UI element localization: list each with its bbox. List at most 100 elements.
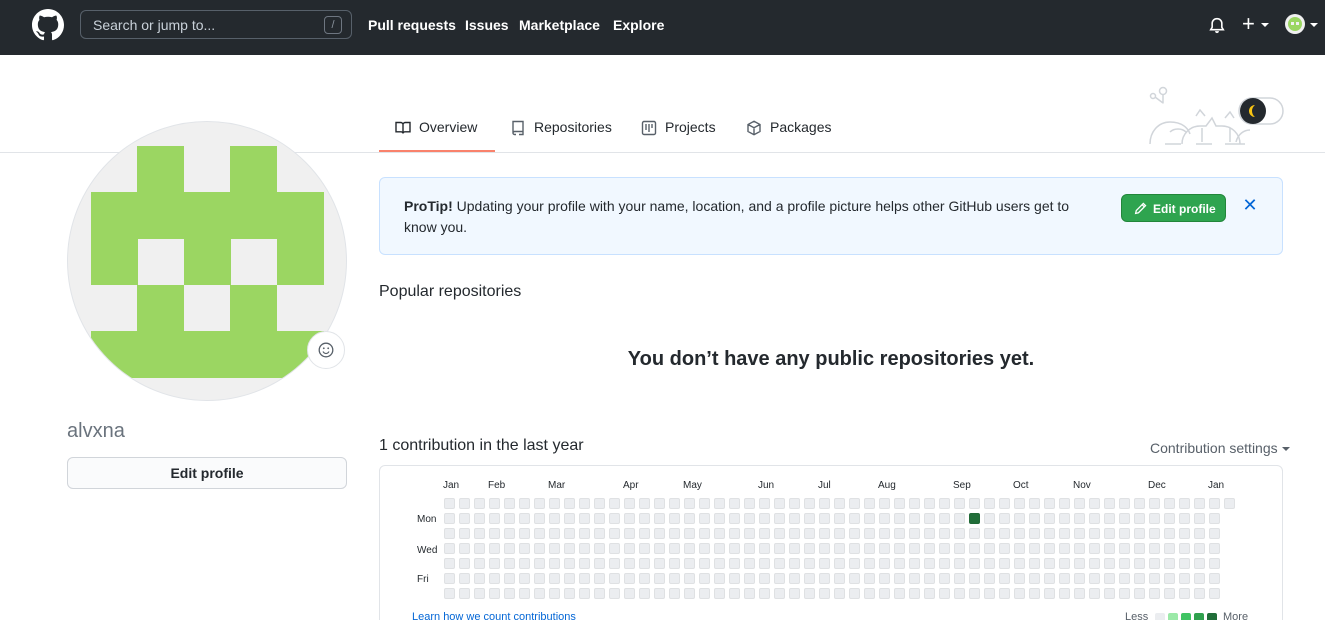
contribution-day-cell[interactable] <box>909 498 920 509</box>
contribution-day-cell[interactable] <box>1029 513 1040 524</box>
contribution-day-cell[interactable] <box>594 558 605 569</box>
nav-explore[interactable]: Explore <box>613 17 664 33</box>
contribution-day-cell[interactable] <box>864 588 875 599</box>
contribution-day-cell[interactable] <box>729 513 740 524</box>
contribution-day-cell[interactable] <box>864 513 875 524</box>
contribution-day-cell[interactable] <box>699 543 710 554</box>
contribution-day-cell[interactable] <box>1074 573 1085 584</box>
contribution-day-cell[interactable] <box>834 573 845 584</box>
contribution-day-cell[interactable] <box>1194 573 1205 584</box>
contribution-day-cell[interactable] <box>759 573 770 584</box>
contribution-day-cell[interactable] <box>1089 558 1100 569</box>
contribution-day-cell[interactable] <box>609 588 620 599</box>
contribution-day-cell[interactable] <box>579 588 590 599</box>
contribution-day-cell[interactable] <box>1059 558 1070 569</box>
contribution-day-cell[interactable] <box>789 498 800 509</box>
contribution-day-cell[interactable] <box>849 513 860 524</box>
contribution-day-cell[interactable] <box>834 513 845 524</box>
contribution-day-cell[interactable] <box>804 513 815 524</box>
contribution-day-cell[interactable] <box>969 528 980 539</box>
contribution-day-cell[interactable] <box>504 588 515 599</box>
set-status-button[interactable] <box>307 331 345 369</box>
contribution-day-cell[interactable] <box>1059 528 1070 539</box>
contribution-day-cell[interactable] <box>1209 558 1220 569</box>
contribution-day-cell[interactable] <box>894 498 905 509</box>
contribution-day-cell[interactable] <box>984 498 995 509</box>
contribution-day-cell[interactable] <box>669 588 680 599</box>
contribution-day-cell[interactable] <box>1044 498 1055 509</box>
contribution-day-cell[interactable] <box>819 558 830 569</box>
contribution-day-cell[interactable] <box>624 558 635 569</box>
contribution-day-cell[interactable] <box>549 573 560 584</box>
contribution-day-cell[interactable] <box>1194 513 1205 524</box>
contribution-day-cell[interactable] <box>744 543 755 554</box>
search-input[interactable]: Search or jump to... / <box>80 10 352 39</box>
contribution-day-cell[interactable] <box>924 543 935 554</box>
contribution-day-cell[interactable] <box>1224 498 1235 509</box>
contribution-day-cell[interactable] <box>789 573 800 584</box>
contribution-day-cell[interactable] <box>654 573 665 584</box>
contribution-day-cell[interactable] <box>609 558 620 569</box>
contribution-day-cell[interactable] <box>534 513 545 524</box>
contribution-day-cell[interactable] <box>444 573 455 584</box>
contribution-day-cell[interactable] <box>924 588 935 599</box>
contribution-day-cell[interactable] <box>609 498 620 509</box>
contribution-day-cell[interactable] <box>1179 513 1190 524</box>
contribution-day-cell[interactable] <box>999 588 1010 599</box>
contribution-day-cell[interactable] <box>1104 498 1115 509</box>
contribution-day-cell[interactable] <box>954 498 965 509</box>
contribution-day-cell[interactable] <box>444 588 455 599</box>
contribution-day-cell[interactable] <box>549 558 560 569</box>
contribution-day-cell[interactable] <box>1119 513 1130 524</box>
contribution-day-cell[interactable] <box>759 498 770 509</box>
contribution-day-cell[interactable] <box>579 528 590 539</box>
contribution-day-cell[interactable] <box>939 543 950 554</box>
contribution-day-cell[interactable] <box>819 573 830 584</box>
contribution-day-cell[interactable] <box>459 498 470 509</box>
contribution-day-cell[interactable] <box>1089 498 1100 509</box>
contribution-day-cell[interactable] <box>504 543 515 554</box>
contribution-day-cell[interactable] <box>999 573 1010 584</box>
contribution-day-cell[interactable] <box>969 513 980 524</box>
contribution-day-cell[interactable] <box>654 513 665 524</box>
contribution-day-cell[interactable] <box>1089 528 1100 539</box>
contribution-day-cell[interactable] <box>549 528 560 539</box>
contribution-day-cell[interactable] <box>699 513 710 524</box>
contribution-day-cell[interactable] <box>864 498 875 509</box>
contribution-day-cell[interactable] <box>444 528 455 539</box>
contribution-day-cell[interactable] <box>444 513 455 524</box>
contribution-day-cell[interactable] <box>774 588 785 599</box>
contribution-day-cell[interactable] <box>624 498 635 509</box>
contribution-day-cell[interactable] <box>564 528 575 539</box>
contribution-day-cell[interactable] <box>444 498 455 509</box>
contribution-day-cell[interactable] <box>969 573 980 584</box>
contribution-day-cell[interactable] <box>759 543 770 554</box>
contribution-day-cell[interactable] <box>639 558 650 569</box>
contribution-day-cell[interactable] <box>1089 543 1100 554</box>
contribution-day-cell[interactable] <box>1059 573 1070 584</box>
contribution-day-cell[interactable] <box>684 513 695 524</box>
contribution-day-cell[interactable] <box>1014 528 1025 539</box>
contribution-day-cell[interactable] <box>474 498 485 509</box>
protip-edit-profile-button[interactable]: Edit profile <box>1121 194 1226 222</box>
contribution-day-cell[interactable] <box>849 573 860 584</box>
contribution-day-cell[interactable] <box>1179 543 1190 554</box>
contribution-day-cell[interactable] <box>1029 498 1040 509</box>
contribution-day-cell[interactable] <box>834 543 845 554</box>
contribution-day-cell[interactable] <box>1059 513 1070 524</box>
contribution-day-cell[interactable] <box>1029 543 1040 554</box>
contribution-day-cell[interactable] <box>1074 498 1085 509</box>
contribution-day-cell[interactable] <box>714 543 725 554</box>
contribution-day-cell[interactable] <box>954 513 965 524</box>
contribution-day-cell[interactable] <box>564 498 575 509</box>
contribution-day-cell[interactable] <box>804 543 815 554</box>
contribution-day-cell[interactable] <box>1194 588 1205 599</box>
contribution-day-cell[interactable] <box>519 588 530 599</box>
contribution-day-cell[interactable] <box>879 573 890 584</box>
sidebar-edit-profile-button[interactable]: Edit profile <box>67 457 347 489</box>
contribution-day-cell[interactable] <box>519 528 530 539</box>
contribution-day-cell[interactable] <box>984 558 995 569</box>
contribution-day-cell[interactable] <box>519 543 530 554</box>
contribution-day-cell[interactable] <box>1014 573 1025 584</box>
contribution-day-cell[interactable] <box>1179 573 1190 584</box>
